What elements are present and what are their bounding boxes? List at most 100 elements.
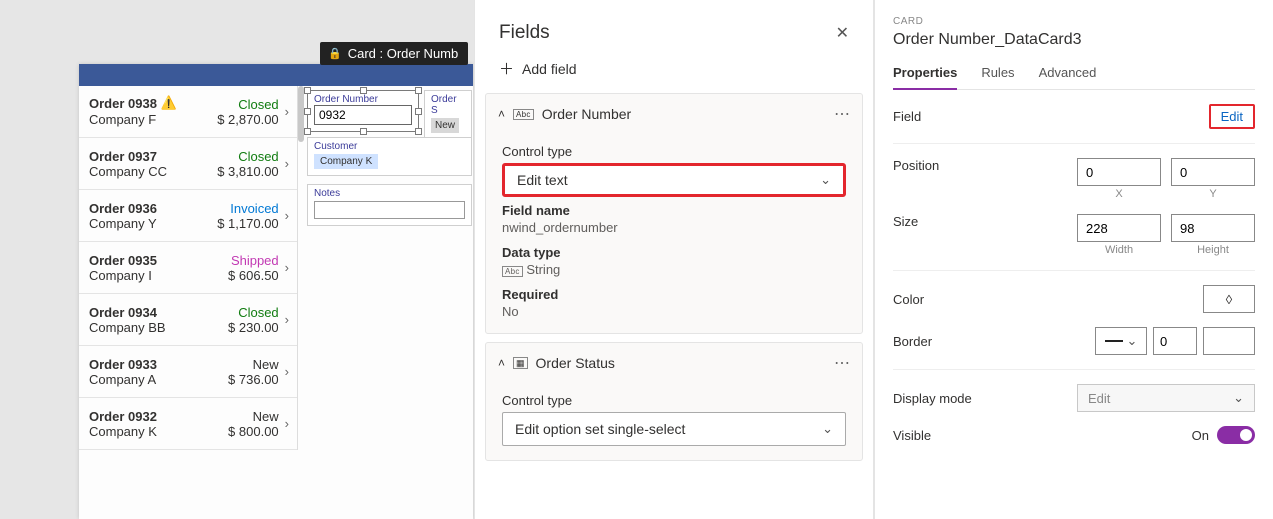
border-style-select[interactable]: ⌄ xyxy=(1095,327,1147,355)
order-company: Company I xyxy=(89,268,207,283)
control-type-select[interactable]: Edit text ⌄ xyxy=(502,163,846,197)
warning-icon: ⚠️ xyxy=(161,95,177,110)
chevron-down-icon: ⌄ xyxy=(820,172,831,188)
border-color-picker[interactable] xyxy=(1203,327,1255,355)
order-list: Order 0938 ⚠️Company FClosed$ 2,870.00›O… xyxy=(79,86,298,450)
order-status: New xyxy=(207,409,279,424)
order-company: Company A xyxy=(89,372,207,387)
order-title: Order 0936 xyxy=(89,201,207,216)
plus-icon: ＋ xyxy=(499,58,514,79)
order-company: Company F xyxy=(89,112,207,127)
chevron-right-icon: › xyxy=(285,208,289,223)
properties-panel: CARD Order Number_DataCard3 Properties R… xyxy=(874,0,1273,519)
border-width-input[interactable] xyxy=(1153,327,1197,355)
required-value: No xyxy=(502,304,846,319)
order-title: Order 0935 xyxy=(89,253,207,268)
color-picker[interactable]: ◊ xyxy=(1203,285,1255,313)
border-label: Border xyxy=(893,334,932,349)
order-amount: $ 1,170.00 xyxy=(207,216,279,231)
card-name: Order Number_DataCard3 xyxy=(893,31,1255,49)
resize-handle[interactable] xyxy=(304,108,311,115)
resize-handle[interactable] xyxy=(415,128,422,135)
resize-handle[interactable] xyxy=(415,87,422,94)
fill-icon: ◊ xyxy=(1226,292,1232,307)
height-sublabel: Height xyxy=(1171,244,1255,256)
close-icon[interactable]: ✕ xyxy=(836,23,849,43)
chevron-right-icon: › xyxy=(285,416,289,431)
position-y-input[interactable] xyxy=(1171,158,1255,186)
properties-tabs: Properties Rules Advanced xyxy=(893,65,1255,90)
chevron-right-icon: › xyxy=(285,260,289,275)
color-label: Color xyxy=(893,292,924,307)
order-title: Order 0933 xyxy=(89,357,207,372)
resize-handle[interactable] xyxy=(415,108,422,115)
order-amount: $ 2,870.00 xyxy=(207,112,279,127)
resize-handle[interactable] xyxy=(360,128,367,135)
edit-field-link[interactable]: Edit xyxy=(1209,104,1255,129)
tab-rules[interactable]: Rules xyxy=(981,65,1014,89)
order-list-item[interactable]: Order 0936Company YInvoiced$ 1,170.00 › xyxy=(79,190,297,242)
order-list-item[interactable]: Order 0935Company IShipped$ 606.50› xyxy=(79,242,297,294)
resize-handle[interactable] xyxy=(360,87,367,94)
tooltip-text: Card : Order Numb xyxy=(348,46,459,61)
lock-icon: 🔒 xyxy=(328,47,342,60)
order-list-item[interactable]: Order 0932Company KNew$ 800.00› xyxy=(79,398,297,450)
order-title: Order 0932 xyxy=(89,409,207,424)
fields-panel-title: Fields xyxy=(499,22,550,44)
order-number-card[interactable]: Order Number xyxy=(307,90,419,132)
control-type-label: Control type xyxy=(502,144,846,159)
control-type-select[interactable]: Edit option set single-select ⌄ xyxy=(502,412,846,446)
order-company: Company K xyxy=(89,424,207,439)
display-mode-value: Edit xyxy=(1088,391,1110,406)
abc-icon: Abc xyxy=(502,266,523,277)
card-eyebrow: CARD xyxy=(893,16,1255,27)
customer-card[interactable]: Customer Company K xyxy=(307,137,472,176)
add-field-button[interactable]: ＋ Add field xyxy=(475,58,873,93)
order-list-item[interactable]: Order 0937Company CCClosed$ 3,810.00› xyxy=(79,138,297,190)
order-list-item[interactable]: Order 0933Company ANew$ 736.00› xyxy=(79,346,297,398)
order-status-card[interactable]: Order S New xyxy=(424,90,472,140)
more-icon[interactable]: ⋯ xyxy=(834,353,850,373)
chevron-up-icon[interactable]: ˄ xyxy=(498,107,505,121)
order-status: Closed xyxy=(207,305,279,320)
order-title: Order 0934 xyxy=(89,305,207,320)
chevron-down-icon: ⌄ xyxy=(822,421,833,437)
tab-properties[interactable]: Properties xyxy=(893,65,957,90)
order-number-input[interactable] xyxy=(314,105,412,125)
position-label: Position xyxy=(893,158,939,173)
chevron-right-icon: › xyxy=(285,104,289,119)
visible-toggle[interactable] xyxy=(1217,426,1255,444)
width-input[interactable] xyxy=(1077,214,1161,242)
data-type-value: Abc String xyxy=(502,262,846,277)
data-type-label: Data type xyxy=(502,245,846,260)
height-input[interactable] xyxy=(1171,214,1255,242)
order-list-item[interactable]: Order 0938 ⚠️Company FClosed$ 2,870.00› xyxy=(79,86,297,138)
notes-label: Notes xyxy=(314,188,465,199)
order-number-label: Order Number xyxy=(314,94,412,105)
resize-handle[interactable] xyxy=(304,87,311,94)
order-amount: $ 736.00 xyxy=(207,372,279,387)
order-list-item[interactable]: Order 0934Company BBClosed$ 230.00› xyxy=(79,294,297,346)
add-field-label: Add field xyxy=(522,61,576,77)
notes-input[interactable] xyxy=(314,201,465,219)
chevron-right-icon: › xyxy=(285,364,289,379)
more-icon[interactable]: ⋯ xyxy=(834,104,850,124)
tab-advanced[interactable]: Advanced xyxy=(1039,65,1097,89)
size-label: Size xyxy=(893,214,918,229)
display-mode-select[interactable]: Edit ⌄ xyxy=(1077,384,1255,412)
order-title: Order 0938 ⚠️ xyxy=(89,96,207,112)
notes-card[interactable]: Notes xyxy=(307,184,472,226)
order-amount: $ 3,810.00 xyxy=(207,164,279,179)
order-company: Company Y xyxy=(89,216,207,231)
field-card-title: Order Status xyxy=(536,355,615,371)
order-amount: $ 230.00 xyxy=(207,320,279,335)
chevron-up-icon[interactable]: ˄ xyxy=(498,356,505,370)
position-x-input[interactable] xyxy=(1077,158,1161,186)
order-status-chip: New xyxy=(431,118,459,133)
card-tooltip: 🔒 Card : Order Numb xyxy=(320,42,468,65)
field-card-title: Order Number xyxy=(542,106,631,122)
order-company: Company CC xyxy=(89,164,207,179)
order-status: Invoiced xyxy=(207,201,279,216)
resize-handle[interactable] xyxy=(304,128,311,135)
required-label: Required xyxy=(502,287,846,302)
